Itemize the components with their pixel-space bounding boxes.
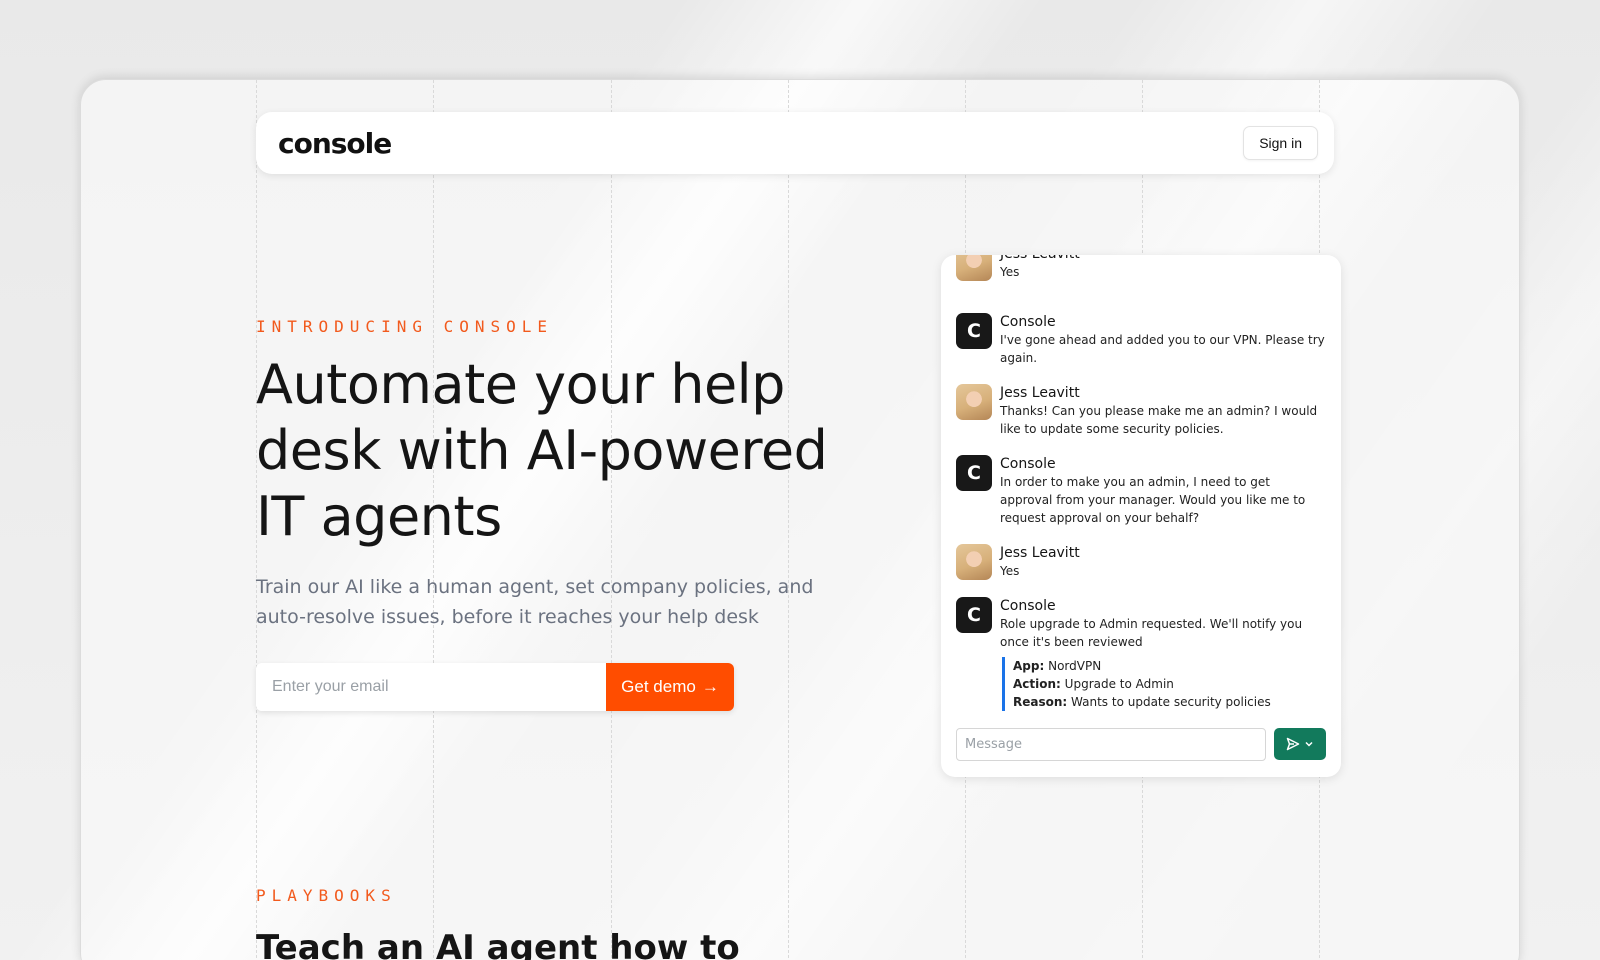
chat-message: C Console In order to make you an admin,… bbox=[956, 455, 1326, 527]
chat-message: Jess Leavitt Yes bbox=[956, 255, 1326, 281]
get-demo-label: Get demo bbox=[621, 677, 696, 696]
user-avatar bbox=[956, 384, 992, 420]
section-eyebrow: PLAYBOOKS bbox=[256, 886, 397, 905]
message-text: I've gone ahead and added you to our VPN… bbox=[1000, 333, 1325, 365]
get-demo-button[interactable]: Get demo → bbox=[606, 663, 734, 711]
message-sender: Console bbox=[1000, 598, 1056, 614]
chat-message: Jess Leavitt Thanks! Can you please make… bbox=[956, 384, 1326, 438]
send-button[interactable] bbox=[1274, 728, 1326, 760]
message-sender: Console bbox=[1000, 456, 1056, 472]
browser-frame: console Sign in INTRODUCING CONSOLE Auto… bbox=[80, 79, 1520, 960]
console-avatar: C bbox=[956, 455, 992, 491]
hero-eyebrow: INTRODUCING CONSOLE bbox=[256, 317, 554, 336]
chat-message: C Console I've gone ahead and added you … bbox=[956, 313, 1326, 367]
chat-message: Jess Leavitt Yes bbox=[956, 544, 1326, 580]
message-sender: Console bbox=[1000, 314, 1056, 330]
chevron-down-icon bbox=[1305, 741, 1313, 747]
message-text: Yes bbox=[1000, 265, 1020, 279]
arrow-right-icon: → bbox=[701, 677, 719, 696]
message-text: Thanks! Can you please make me an admin?… bbox=[1000, 404, 1318, 436]
message-sender: Jess Leavitt bbox=[1000, 385, 1080, 401]
send-icon bbox=[1286, 737, 1300, 751]
top-navbar: console Sign in bbox=[256, 112, 1334, 174]
console-avatar: C bbox=[956, 313, 992, 349]
detail-action: Action: Upgrade to Admin bbox=[1013, 677, 1174, 691]
hero-subtitle: Train our AI like a human agent, set com… bbox=[256, 576, 814, 628]
user-avatar bbox=[956, 255, 992, 281]
message-text: Role upgrade to Admin requested. We'll n… bbox=[1000, 617, 1303, 649]
section-title: Teach an AI agent how to bbox=[256, 928, 740, 960]
chat-message: C Console Role upgrade to Admin requeste… bbox=[956, 597, 1326, 711]
message-text: In order to make you an admin, I need to… bbox=[1000, 475, 1306, 525]
hero-title: Automate your help desk with AI-powered … bbox=[256, 353, 828, 548]
user-avatar bbox=[956, 544, 992, 580]
chat-panel: Jess Leavitt Yes C Console I've gone ahe… bbox=[941, 255, 1341, 777]
message-input[interactable] bbox=[956, 727, 1266, 761]
email-input[interactable] bbox=[256, 663, 606, 711]
demo-signup-form: Get demo → bbox=[256, 663, 734, 711]
sign-in-button[interactable]: Sign in bbox=[1243, 126, 1318, 160]
message-sender: Jess Leavitt bbox=[1000, 255, 1326, 263]
request-details: App: NordVPN Action: Upgrade to Admin Re… bbox=[1002, 657, 1326, 711]
console-avatar: C bbox=[956, 597, 992, 633]
message-composer bbox=[956, 727, 1326, 761]
message-text: Yes bbox=[1000, 564, 1020, 578]
console-logo[interactable]: console bbox=[278, 127, 392, 160]
detail-app: App: NordVPN bbox=[1013, 659, 1102, 673]
detail-reason: Reason: Wants to update security policie… bbox=[1013, 695, 1271, 709]
message-sender: Jess Leavitt bbox=[1000, 545, 1080, 561]
chat-message-list[interactable]: Jess Leavitt Yes C Console I've gone ahe… bbox=[941, 255, 1341, 713]
